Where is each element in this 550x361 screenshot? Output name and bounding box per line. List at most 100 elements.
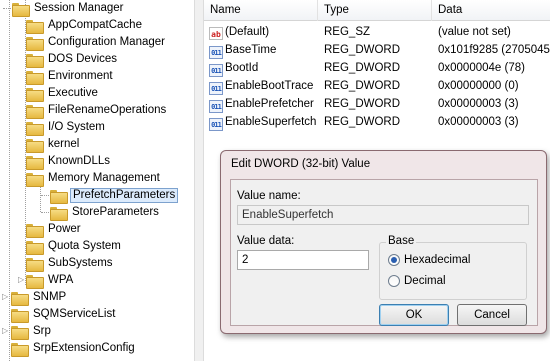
value-type: REG_DWORD (324, 116, 401, 128)
tree-item-appcompatcache[interactable]: AppCompatCache (26, 17, 144, 34)
value-name: EnablePrefetcher (225, 98, 314, 110)
tree-item-power[interactable]: Power (26, 221, 83, 238)
folder-icon (26, 19, 44, 34)
tree-item-label: FileRenameOperations (48, 104, 167, 116)
base-groupbox: Base Hexadecimal Decimal (379, 235, 527, 300)
tree-connector (41, 212, 49, 213)
table-row[interactable]: 011 BootId REG_DWORD 0x0000004e (78) (204, 59, 550, 77)
tree-item-label: Srp (33, 325, 51, 337)
value-name: (Default) (225, 26, 270, 38)
value-type: REG_SZ (324, 26, 371, 38)
folder-icon (26, 257, 44, 272)
tree-item-srp[interactable]: ▷ Srp (2, 323, 53, 340)
edit-dword-dialog[interactable]: Edit DWORD (32-bit) Value Value name: En… (220, 150, 547, 334)
table-row[interactable]: 011 EnableBootTrace REG_DWORD 0x00000000 … (204, 77, 550, 95)
hexadecimal-label: Hexadecimal (404, 254, 471, 266)
folder-icon (26, 121, 44, 136)
dword-value-icon: 011 (209, 82, 223, 95)
dword-value-icon: 011 (209, 64, 223, 77)
folder-icon (26, 240, 44, 255)
tree-item-label: I/O System (48, 121, 105, 133)
folder-icon (26, 223, 44, 238)
folder-icon (11, 308, 29, 323)
value-type: REG_DWORD (324, 98, 401, 110)
tree-item-session-manager[interactable]: Session Manager (3, 0, 126, 17)
folder-icon (11, 291, 29, 306)
tree-item-kernel[interactable]: kernel (26, 136, 81, 153)
folder-open-icon (26, 172, 44, 187)
table-row[interactable]: 011 BaseTime REG_DWORD 0x101f9285 (270504… (204, 41, 550, 59)
table-row[interactable]: 011 EnableSuperfetch REG_DWORD 0x00000003… (204, 113, 550, 131)
hexadecimal-radio[interactable]: Hexadecimal (388, 254, 470, 266)
value-data: 0x00000000 (0) (438, 80, 519, 92)
dword-value-icon: 011 (209, 100, 223, 113)
folder-icon (50, 189, 68, 204)
decimal-radio[interactable]: Decimal (388, 275, 446, 287)
tree-item-label: SNMP (33, 291, 67, 303)
registry-tree[interactable]: Session Manager AppCompatCache Configura… (0, 0, 194, 361)
value-data-label: Value data: (237, 235, 295, 247)
tree-item-io-system[interactable]: I/O System (26, 119, 107, 136)
tree-item-executive[interactable]: Executive (26, 85, 100, 102)
ok-button[interactable]: OK (379, 304, 449, 326)
value-data-field[interactable]: 2 (237, 250, 369, 270)
expand-arrow-icon[interactable]: ▷ (18, 275, 24, 284)
table-row[interactable]: 011 EnablePrefetcher REG_DWORD 0x00000003… (204, 95, 550, 113)
dword-value-icon: 011 (209, 118, 223, 131)
tree-item-quota-system[interactable]: Quota System (26, 238, 123, 255)
tree-connector (3, 8, 11, 9)
folder-icon (26, 53, 44, 68)
tree-item-label: PrefetchParameters (70, 188, 179, 203)
value-name-label: Value name: (237, 190, 301, 202)
folder-icon (26, 87, 44, 102)
value-data: 0x00000003 (3) (438, 116, 519, 128)
tree-item-label: SubSystems (48, 257, 113, 269)
value-type: REG_DWORD (324, 44, 401, 56)
cancel-button[interactable]: Cancel (457, 304, 527, 326)
tree-item-label: SQMServiceList (33, 308, 116, 320)
tree-item-dos-devices[interactable]: DOS Devices (26, 51, 119, 68)
radio-selected-icon (388, 254, 400, 266)
tree-item-knowndlls[interactable]: KnownDLLs (26, 153, 112, 170)
value-name: BaseTime (225, 44, 277, 56)
folder-icon (26, 274, 44, 289)
tree-item-environment[interactable]: Environment (26, 68, 115, 85)
tree-item-label: Configuration Manager (48, 36, 165, 48)
column-header-name[interactable]: Name (204, 0, 318, 21)
tree-item-label: WPA (48, 274, 74, 286)
tree-item-memory-management[interactable]: Memory Management (26, 170, 162, 187)
tree-item-wpa[interactable]: ▷ WPA (18, 272, 75, 289)
decimal-label: Decimal (404, 275, 446, 287)
string-value-icon: ab (209, 27, 223, 40)
tree-item-label: DOS Devices (48, 53, 118, 65)
tree-item-label: Memory Management (48, 172, 160, 184)
tree-item-label: SrpExtensionConfig (33, 342, 135, 354)
tree-item-label: AppCompatCache (48, 19, 142, 31)
base-label: Base (386, 235, 417, 247)
tree-item-storeparameters[interactable]: StoreParameters (41, 204, 161, 221)
tree-item-subsystems[interactable]: SubSystems (26, 255, 115, 272)
tree-item-label: KnownDLLs (48, 155, 111, 167)
tree-connector (41, 195, 49, 196)
value-name: EnableBootTrace (225, 80, 314, 92)
dialog-body: Value name: EnableSuperfetch Value data:… (230, 179, 538, 326)
folder-icon (26, 138, 44, 153)
tree-item-srpextensionconfig[interactable]: SrpExtensionConfig (11, 340, 137, 357)
tree-item-configuration-manager[interactable]: Configuration Manager (26, 34, 167, 51)
folder-icon (26, 70, 44, 85)
column-header-data[interactable]: Data (432, 0, 550, 21)
expand-arrow-icon[interactable]: ▷ (2, 326, 8, 335)
tree-item-label: Quota System (48, 240, 121, 252)
tree-item-snmp[interactable]: ▷ SNMP (2, 289, 68, 306)
expand-arrow-icon[interactable]: ▷ (2, 292, 8, 301)
tree-item-sqmservicelist[interactable]: SQMServiceList (11, 306, 117, 323)
folder-icon (11, 325, 29, 340)
column-header-type[interactable]: Type (318, 0, 432, 21)
value-name-field: EnableSuperfetch (237, 205, 529, 225)
value-data: (value not set) (438, 26, 511, 38)
tree-item-filerenameoperations[interactable]: FileRenameOperations (26, 102, 168, 119)
pane-splitter[interactable] (194, 0, 204, 361)
value-name: EnableSuperfetch (225, 116, 317, 128)
table-row[interactable]: ab (Default) REG_SZ (value not set) (204, 23, 550, 41)
tree-item-prefetchparameters[interactable]: PrefetchParameters (41, 187, 179, 204)
